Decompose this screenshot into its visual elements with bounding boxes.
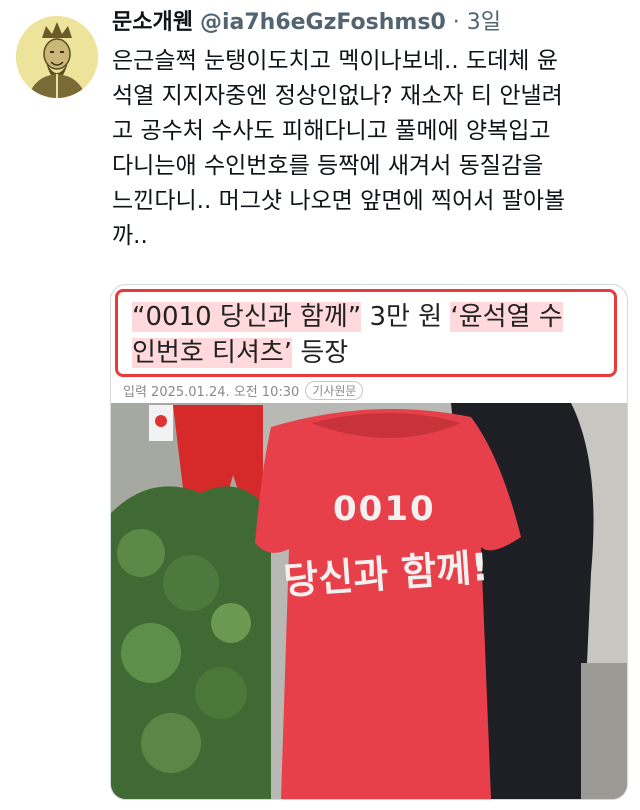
article-headline-line2: 인번호 티셔츠’ 등장	[132, 336, 348, 370]
avatar-image	[16, 16, 98, 98]
origin-badge: 기사원문	[305, 381, 364, 400]
tweet-text-line: 까..	[112, 223, 148, 249]
shirt-number: 0010	[333, 489, 436, 529]
headline-text: 등장	[292, 338, 349, 368]
article-headline-box: “0010 당신과 함께” 3만 원 ‘윤석열 수 인번호 티셔츠’ 등장	[115, 289, 617, 377]
tweet-text-line: 은근슬쩍 눈탱이도치고 멕이나보네.. 도데체 윤	[112, 48, 558, 74]
article-date: 입력 2025.01.24. 오전 10:30	[123, 385, 300, 400]
headline-highlight: 인번호 티셔츠’	[132, 338, 293, 368]
headline-text: 3만 원	[361, 302, 451, 332]
display-name[interactable]: 문소개웬	[112, 10, 193, 35]
headline-highlight: ‘윤석열 수	[450, 302, 563, 332]
tweet-text-line: 다니는애 수인번호를 등짝에 새겨서 동질감을	[112, 153, 544, 179]
news-photo: 0010 당신과 함께!	[111, 403, 627, 799]
tweet-text-line: 고 공수처 수사도 피해다니고 풀메에 양복입고	[112, 118, 551, 144]
tweet-text-line: 석열 지지자중엔 정상인없나? 재소자 티 안낼려	[112, 83, 563, 109]
article-meta: 입력 2025.01.24. 오전 10:30 기사원문	[123, 381, 364, 400]
photo-scene	[111, 403, 627, 799]
timestamp[interactable]: 3일	[467, 10, 501, 35]
tweet-header: 문소개웬 @ia7h6eGzFoshms0 · 3일	[112, 8, 501, 38]
separator-dot: ·	[452, 10, 460, 35]
attached-image[interactable]: “0010 당신과 함께” 3만 원 ‘윤석열 수 인번호 티셔츠’ 등장 입력…	[110, 284, 628, 800]
avatar[interactable]	[16, 16, 98, 98]
article-headline-line1: “0010 당신과 함께” 3만 원 ‘윤석열 수	[132, 300, 563, 334]
tweet-text-line: 느낀다니.. 머그샷 나오면 앞면에 찍어서 팔아볼	[112, 188, 566, 214]
headline-highlight: “0010 당신과 함께”	[132, 302, 362, 332]
user-handle[interactable]: @ia7h6eGzFoshms0	[200, 10, 446, 35]
tweet-text: 은근슬쩍 눈탱이도치고 멕이나보네.. 도데체 윤 석열 지지자중엔 정상인없나…	[112, 44, 622, 254]
